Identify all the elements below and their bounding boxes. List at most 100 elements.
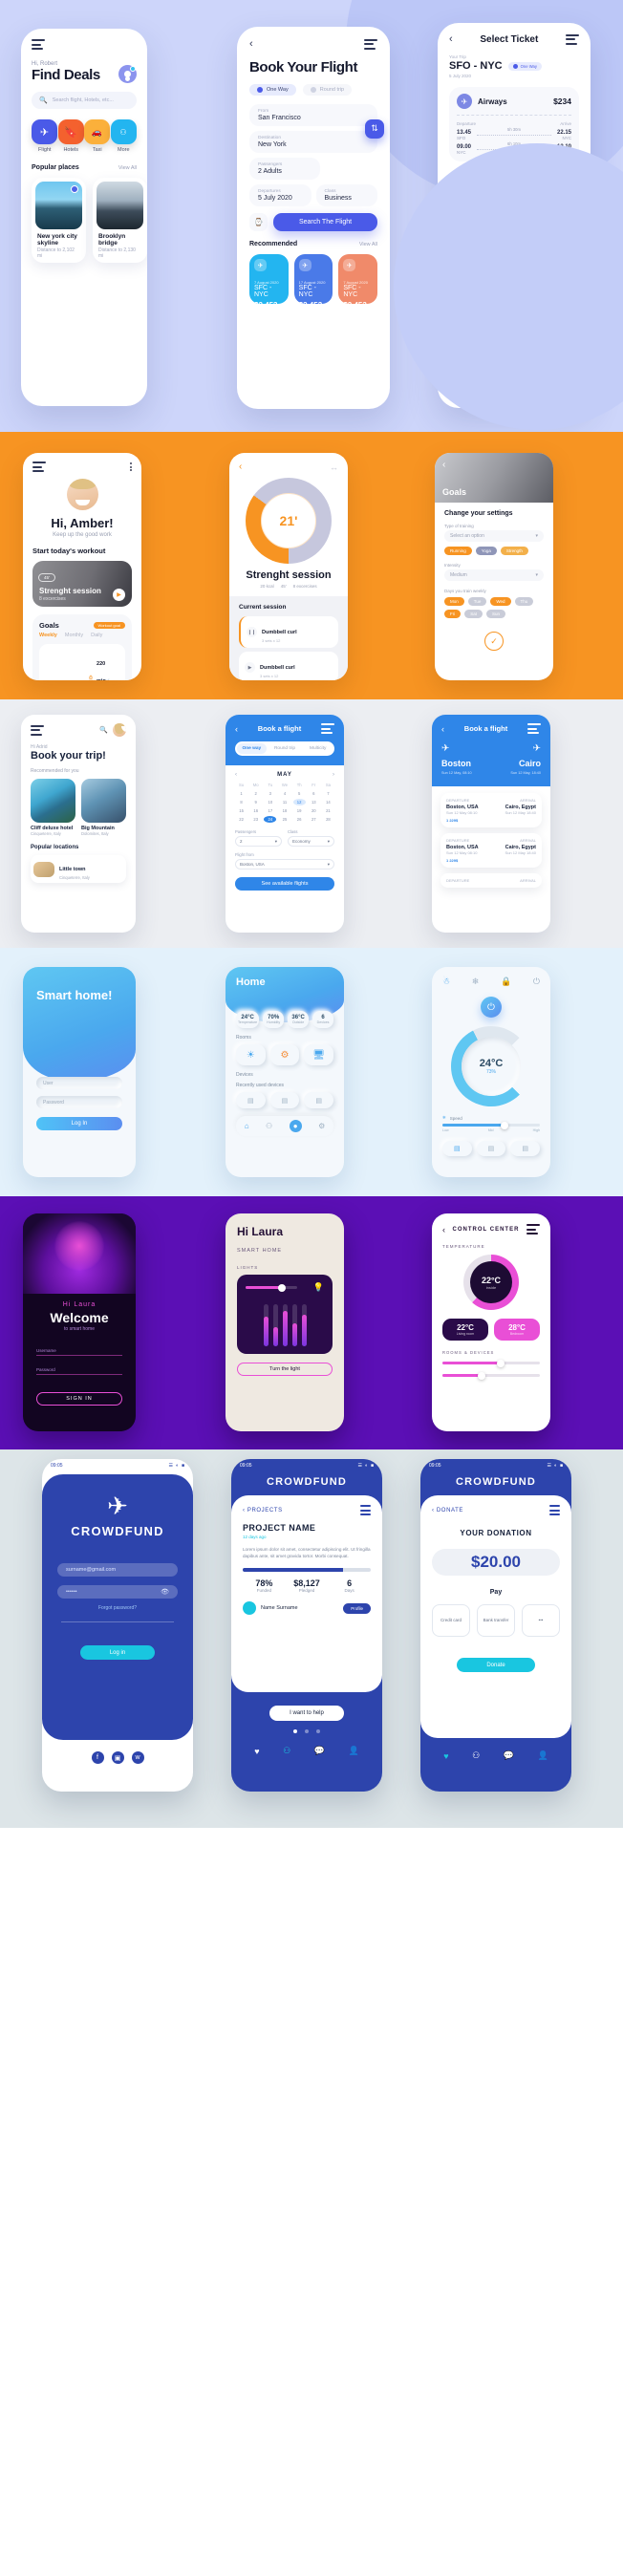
calendar-day[interactable]: 22 <box>235 816 247 823</box>
room-temp-box[interactable]: 28°C Bedroom <box>494 1319 540 1341</box>
calendar-day[interactable]: 16 <box>249 807 262 814</box>
back-icon[interactable]: ‹ <box>442 1225 445 1234</box>
light-slider[interactable] <box>246 1283 298 1292</box>
username-input[interactable]: Username <box>36 1345 122 1356</box>
prev-month-icon[interactable]: ‹ <box>235 772 237 778</box>
category-flight[interactable]: ✈ Flight <box>32 119 58 153</box>
turn-light-button[interactable]: Turn the light <box>237 1363 333 1376</box>
passengers-field[interactable]: Passengers 2 Adults <box>249 158 320 180</box>
mode-tile[interactable]: ▤ <box>510 1141 540 1156</box>
calendar-day[interactable]: 17 <box>264 807 276 814</box>
avatar[interactable] <box>66 479 98 510</box>
calendar-day[interactable]: 23 <box>249 816 262 823</box>
confirm-button[interactable]: ✓ <box>484 632 504 651</box>
from-field[interactable]: From San Francisco <box>249 104 377 126</box>
calendar-day[interactable]: 10 <box>264 799 276 805</box>
calendar-day-selected[interactable]: 24 <box>264 816 277 823</box>
calendar-day[interactable]: 26 <box>293 816 306 823</box>
calendar-day[interactable]: 7 <box>322 790 334 797</box>
intensity-select[interactable]: Medium ▾ <box>444 569 544 581</box>
calendar-day[interactable]: 15 <box>235 807 247 814</box>
play-icon[interactable]: ▶ <box>113 589 125 601</box>
category-taxi[interactable]: 🚗 Taxi <box>84 119 111 153</box>
calendar-day[interactable]: 9 <box>249 799 262 805</box>
recommended-card[interactable]: ✈ 17 August 2020 SFC - NYC $2,453 <box>293 254 333 310</box>
calendar-day[interactable]: 8 <box>235 799 247 805</box>
pay-method-more[interactable]: ••• <box>522 1604 560 1637</box>
popular-location-row[interactable]: Little town Cinqueterre, Italy <box>31 855 126 883</box>
menu-icon[interactable] <box>364 38 377 50</box>
back-icon[interactable]: ‹ <box>449 33 453 45</box>
day-chip-sat[interactable]: Sat <box>464 610 483 618</box>
trip-type-one-way[interactable]: One Way <box>249 84 296 96</box>
calendar-day[interactable]: 5 <box>293 790 306 797</box>
flight-result-row[interactable]: DEPARTURE ARRIVAL Boston, USA Sun 12 May 0… <box>440 793 542 827</box>
mode-tile[interactable]: ▤ <box>442 1141 472 1156</box>
passengers-select[interactable]: 2 ▾ <box>235 836 282 847</box>
plug-icon[interactable]: ⏻ <box>533 977 540 987</box>
password-field[interactable]: •••••• 👁 <box>57 1585 178 1599</box>
menu-icon[interactable] <box>32 462 46 472</box>
donate-button[interactable]: Donate <box>457 1658 535 1672</box>
pay-method-credit-card[interactable]: Credit card <box>432 1604 470 1637</box>
speed-slider-handle[interactable] <box>501 1121 509 1129</box>
checkout-button[interactable]: Checkout <box>449 251 579 269</box>
menu-icon[interactable] <box>320 723 334 734</box>
mode-tile[interactable]: ▤ <box>476 1141 506 1156</box>
view-all-link[interactable]: View All <box>359 242 377 247</box>
trip-type-round[interactable]: Round trip <box>302 84 353 96</box>
goals-tab-daily[interactable]: Daily <box>91 633 102 638</box>
search-flight-button[interactable]: Search The Flight <box>273 213 377 231</box>
email-field[interactable]: surname@gmail.com <box>57 1563 178 1577</box>
goals-tab-weekly[interactable]: Weekly <box>39 633 57 638</box>
user-input[interactable]: User <box>36 1077 122 1089</box>
ac-icon[interactable]: ☃ <box>442 977 450 987</box>
back-icon[interactable]: ‹ <box>441 724 444 734</box>
menu-icon[interactable] <box>360 1505 371 1515</box>
goals-tab-monthly[interactable]: Monthly <box>65 633 83 638</box>
exercise-row[interactable]: ❙❙ Dumbbell curl 3 sets x 12 <box>239 616 338 648</box>
help-button[interactable]: I want to help <box>269 1706 344 1721</box>
calendar-grid[interactable]: Su Mo Tu We Th Fr Sa 1234567 8 9 10 11 12 13 1… <box>235 782 334 823</box>
flight-from-select[interactable]: Boston, USA ▾ <box>235 859 334 869</box>
tv-icon[interactable]: 🖥 <box>304 1044 333 1065</box>
place-card[interactable]: Brooklyn bridge Distance to 2,130 mi <box>93 178 147 263</box>
avatar[interactable] <box>118 65 137 83</box>
flight-result-row[interactable]: DEPARTURE ARRIVAL <box>440 873 542 888</box>
device-tile[interactable]: ▤ <box>236 1092 266 1108</box>
stat-devices[interactable]: 6 Devices <box>312 1011 333 1028</box>
menu-icon[interactable] <box>565 33 579 45</box>
chat-icon[interactable]: 💬 <box>314 1746 325 1756</box>
exercise-row[interactable]: ▶ Dumbbell curl 3 sets x 12 <box>239 652 338 680</box>
avatar[interactable] <box>113 723 126 737</box>
bookmark-dot-icon[interactable] <box>71 185 78 193</box>
calendar-day[interactable]: 21 <box>322 807 334 814</box>
avatar[interactable] <box>243 1601 256 1616</box>
eq-bar[interactable] <box>301 1304 307 1346</box>
dot[interactable] <box>305 1729 309 1733</box>
user-icon[interactable]: 👤 <box>349 1746 359 1756</box>
calendar-day[interactable]: 28 <box>322 816 334 823</box>
menu-icon[interactable] <box>526 723 541 734</box>
login-button[interactable]: Log In <box>36 1117 122 1130</box>
user-icon[interactable]: 👤 <box>538 1750 548 1761</box>
ticket-card[interactable]: ✈ Airways $234 Departure Arrive 13.45 SFO… <box>449 87 579 161</box>
eq-bar[interactable] <box>263 1304 269 1346</box>
ticket-card[interactable]: ✈ Airways $546 Departure Arrive 08.35 SFO… <box>449 168 579 243</box>
menu-icon[interactable] <box>526 1224 540 1234</box>
view-all-link[interactable]: View All <box>118 165 137 171</box>
grid-icon[interactable]: ⚇ <box>472 1750 480 1761</box>
back-icon[interactable]: ‹ <box>235 724 238 734</box>
calendar-day[interactable]: 12 <box>292 799 306 805</box>
day-chip-sun[interactable]: Sun <box>486 610 506 618</box>
calendar-day[interactable]: 19 <box>293 807 306 814</box>
day-chip-wed[interactable]: Wed <box>490 597 511 606</box>
swap-button[interactable]: ⇅ <box>365 118 384 139</box>
light-icon[interactable]: ☀ <box>236 1044 266 1065</box>
calendar-day[interactable]: 20 <box>308 807 320 814</box>
recommended-card[interactable]: ✈ 7 August 2020 SFC - NYC $2,453 <box>338 254 378 310</box>
day-chip-mon[interactable]: Mon <box>444 597 464 606</box>
password-input[interactable]: Password <box>36 1364 122 1375</box>
calendar-day[interactable]: 27 <box>308 816 320 823</box>
menu-icon[interactable] <box>31 724 44 736</box>
